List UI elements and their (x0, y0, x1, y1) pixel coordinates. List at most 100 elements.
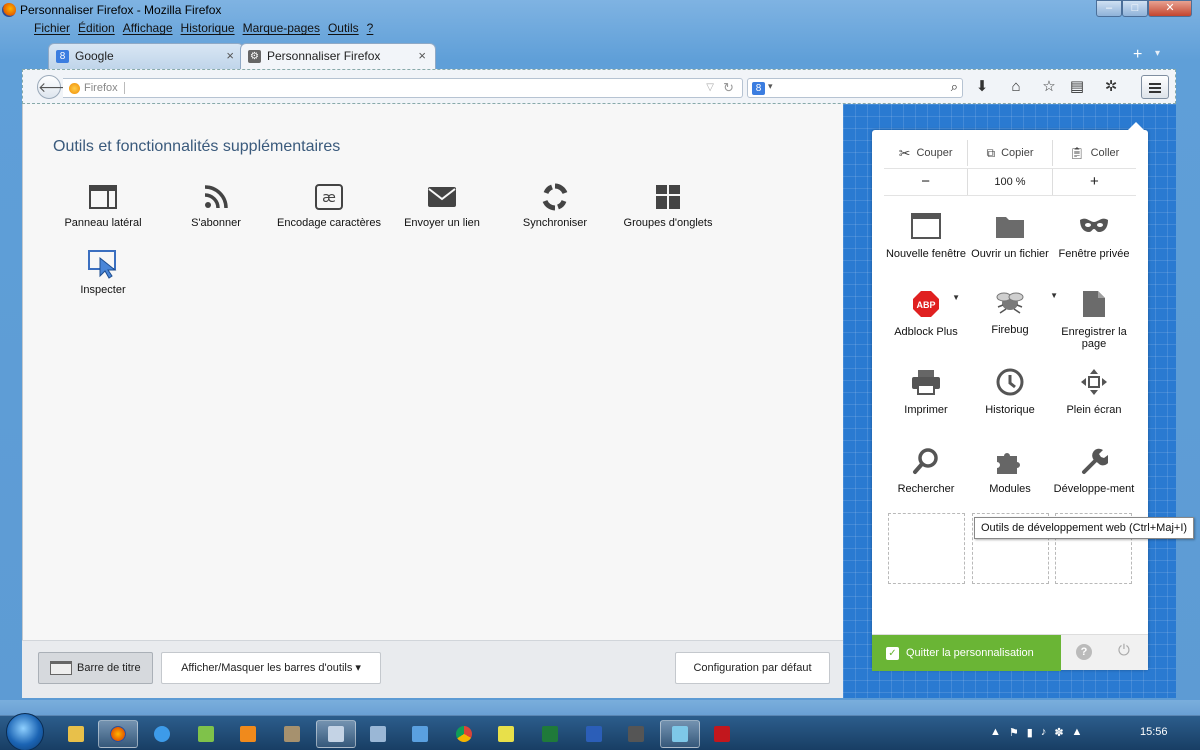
quit-power-icon[interactable]: ⏻ (1118, 642, 1130, 659)
panel-item-adblock-plus[interactable]: ABP ▼ Adblock Plus (884, 288, 968, 338)
tab-label: Personnaliser Firefox (267, 49, 381, 63)
chevron-down-icon[interactable]: ▼ (952, 292, 960, 304)
taskbar-word-icon[interactable] (574, 720, 614, 748)
reload-icon[interactable]: ↻ (723, 80, 734, 96)
menu-historique[interactable]: Historique (181, 21, 235, 39)
new-tab-button[interactable]: + (1133, 46, 1142, 64)
panel-item-new-window[interactable]: Nouvelle fenêtre (884, 210, 968, 260)
menu-bar: Fichier Édition Affichage Historique Mar… (34, 21, 373, 39)
menu-outils[interactable]: Outils (328, 21, 359, 39)
panel-item-save-page[interactable]: Enregistrer la page (1052, 288, 1136, 350)
tab-list-chevron-icon[interactable]: ▾ (1155, 48, 1160, 59)
minimize-button[interactable]: – (1096, 0, 1122, 17)
start-button[interactable] (6, 713, 44, 750)
google-engine-icon[interactable]: 8 (752, 82, 765, 95)
clock[interactable]: 15:56 (1140, 726, 1168, 738)
taskbar-game-icon[interactable] (616, 720, 656, 748)
titlebar-toggle-button[interactable]: Barre de titre (38, 652, 153, 684)
toolbars-button-label: Afficher/Masquer les barres d'outils (181, 662, 353, 674)
tray-arrow-icon[interactable]: ▲ (990, 726, 1001, 739)
paste-button[interactable]: 📋︎ Coller (1053, 140, 1136, 166)
customize-footer: Barre de titre Afficher/Masquer les barr… (22, 640, 843, 698)
taskbar-firefox-icon[interactable] (98, 720, 138, 748)
abp-text: ABP (916, 300, 935, 310)
volume-icon[interactable]: ♪ (1041, 726, 1047, 739)
zoom-in-button[interactable]: + (1053, 169, 1136, 195)
close-button[interactable]: ✕ (1148, 0, 1192, 17)
tab-google[interactable]: 8 Google × (48, 43, 244, 69)
bookmark-star-icon[interactable]: ☆ (1038, 77, 1060, 97)
palette-item-sidebar[interactable]: Panneau latéral (47, 182, 159, 229)
taskbar-excel-icon[interactable] (530, 720, 570, 748)
menu-marque-pages[interactable]: Marque-pages (243, 21, 320, 39)
panel-item-print[interactable]: Imprimer (884, 366, 968, 416)
history-dropdown-icon[interactable]: ▽ (706, 82, 714, 93)
palette-item-tab-groups[interactable]: Groupes d'onglets (612, 182, 724, 229)
url-identity-label: Firefox (84, 82, 118, 94)
panel-item-fullscreen[interactable]: Plein écran (1052, 366, 1136, 416)
search-bar[interactable]: 8 ▾ ⌕ (747, 78, 963, 98)
gear-icon[interactable]: ✲ (1100, 77, 1122, 97)
palette-item-encoding[interactable]: æ Encodage caractères (273, 182, 385, 229)
maximize-button[interactable]: □ (1122, 0, 1148, 17)
taskbar-pdf-icon[interactable] (702, 720, 742, 748)
panel-item-firebug[interactable]: ▼ Firebug (968, 286, 1058, 336)
palette-item-subscribe[interactable]: S'abonner (160, 182, 272, 229)
panel-item-developer[interactable]: Développe-ment (1052, 445, 1136, 495)
taskbar-app-icon[interactable] (186, 720, 226, 748)
panel-arrow (1128, 122, 1144, 130)
title-bar: Personnaliser Firefox - Mozilla Firefox … (0, 0, 1200, 20)
drive-icon[interactable]: ▲ (1072, 726, 1083, 739)
back-button[interactable]: 🡐 (37, 75, 76, 99)
search-icon[interactable]: ⌕ (951, 79, 958, 95)
taskbar-transfer-icon[interactable] (400, 720, 440, 748)
taskbar-ie-icon[interactable] (142, 720, 182, 748)
palette-item-inspect[interactable]: Inspecter (47, 249, 159, 296)
menu-hamburger-button[interactable] (1141, 75, 1169, 99)
cut-button[interactable]: ✂ Couper (884, 140, 969, 166)
menu-panel: ✂ Couper ⧉ Copier 📋︎ Coller − 100 % + Nouve… (872, 122, 1148, 671)
panel-item-open-file[interactable]: Ouvrir un fichier (968, 210, 1052, 260)
panel-item-addons[interactable]: Modules (968, 445, 1052, 495)
tab-personnaliser[interactable]: ⚙ Personnaliser Firefox × (240, 43, 436, 69)
taskbar-paint-icon[interactable] (486, 720, 526, 748)
help-icon[interactable]: ? (1076, 644, 1092, 660)
menu-affichage[interactable]: Affichage (123, 21, 173, 39)
copy-button[interactable]: ⧉ Copier (968, 140, 1053, 166)
firefox-window: Personnaliser Firefox - Mozilla Firefox … (0, 0, 1200, 715)
toolbars-toggle-button[interactable]: Afficher/Masquer les barres d'outils ▾ (161, 652, 381, 684)
downloads-icon[interactable]: ⬇ (971, 77, 993, 97)
taskbar-notepad-icon[interactable] (358, 720, 398, 748)
flag-icon[interactable]: ⚑ (1009, 726, 1019, 739)
url-bar[interactable]: Firefox ▽ ↻ (63, 78, 743, 98)
panel-item-private-window[interactable]: Fenêtre privée (1052, 210, 1136, 260)
zoom-reset-button[interactable]: 100 % (968, 169, 1053, 195)
checkmark-icon: ✓ (886, 647, 899, 660)
taskbar-explorer-icon[interactable] (56, 720, 96, 748)
menu-edition[interactable]: Édition (78, 21, 115, 39)
home-icon[interactable]: ⌂ (1005, 77, 1027, 97)
taskbar-gimp-icon[interactable] (272, 720, 312, 748)
tray-app-icon[interactable]: ✽ (1054, 726, 1063, 739)
menu-fichier[interactable]: Fichier (34, 21, 70, 39)
engine-dropdown-icon[interactable]: ▾ (768, 81, 773, 92)
menu-help[interactable]: ? (367, 21, 374, 39)
rss-icon (160, 182, 272, 212)
zoom-out-button[interactable]: − (884, 169, 969, 195)
close-tab-icon[interactable]: × (418, 48, 426, 63)
taskbar-media-icon[interactable] (228, 720, 268, 748)
panel-item-history[interactable]: Historique (968, 366, 1052, 416)
bookmarks-menu-icon[interactable]: ▤ (1066, 77, 1088, 97)
close-tab-icon[interactable]: × (226, 48, 234, 63)
palette-item-sync[interactable]: Synchroniser (499, 182, 611, 229)
clipboard-icon: 📋︎ (1069, 146, 1085, 160)
taskbar-app2-icon[interactable] (316, 720, 356, 748)
network-icon[interactable]: ▮ (1027, 726, 1033, 739)
palette-item-email-link[interactable]: Envoyer un lien (386, 182, 498, 229)
restore-defaults-button[interactable]: Configuration par défaut (675, 652, 830, 684)
taskbar-photos-icon[interactable] (660, 720, 700, 748)
taskbar-chrome-icon[interactable] (444, 720, 484, 748)
panel-item-search[interactable]: Rechercher (884, 445, 968, 495)
palette-item-label: Encodage caractères (277, 217, 381, 229)
exit-customize-button[interactable]: ✓ Quitter la personnalisation (872, 635, 1061, 671)
